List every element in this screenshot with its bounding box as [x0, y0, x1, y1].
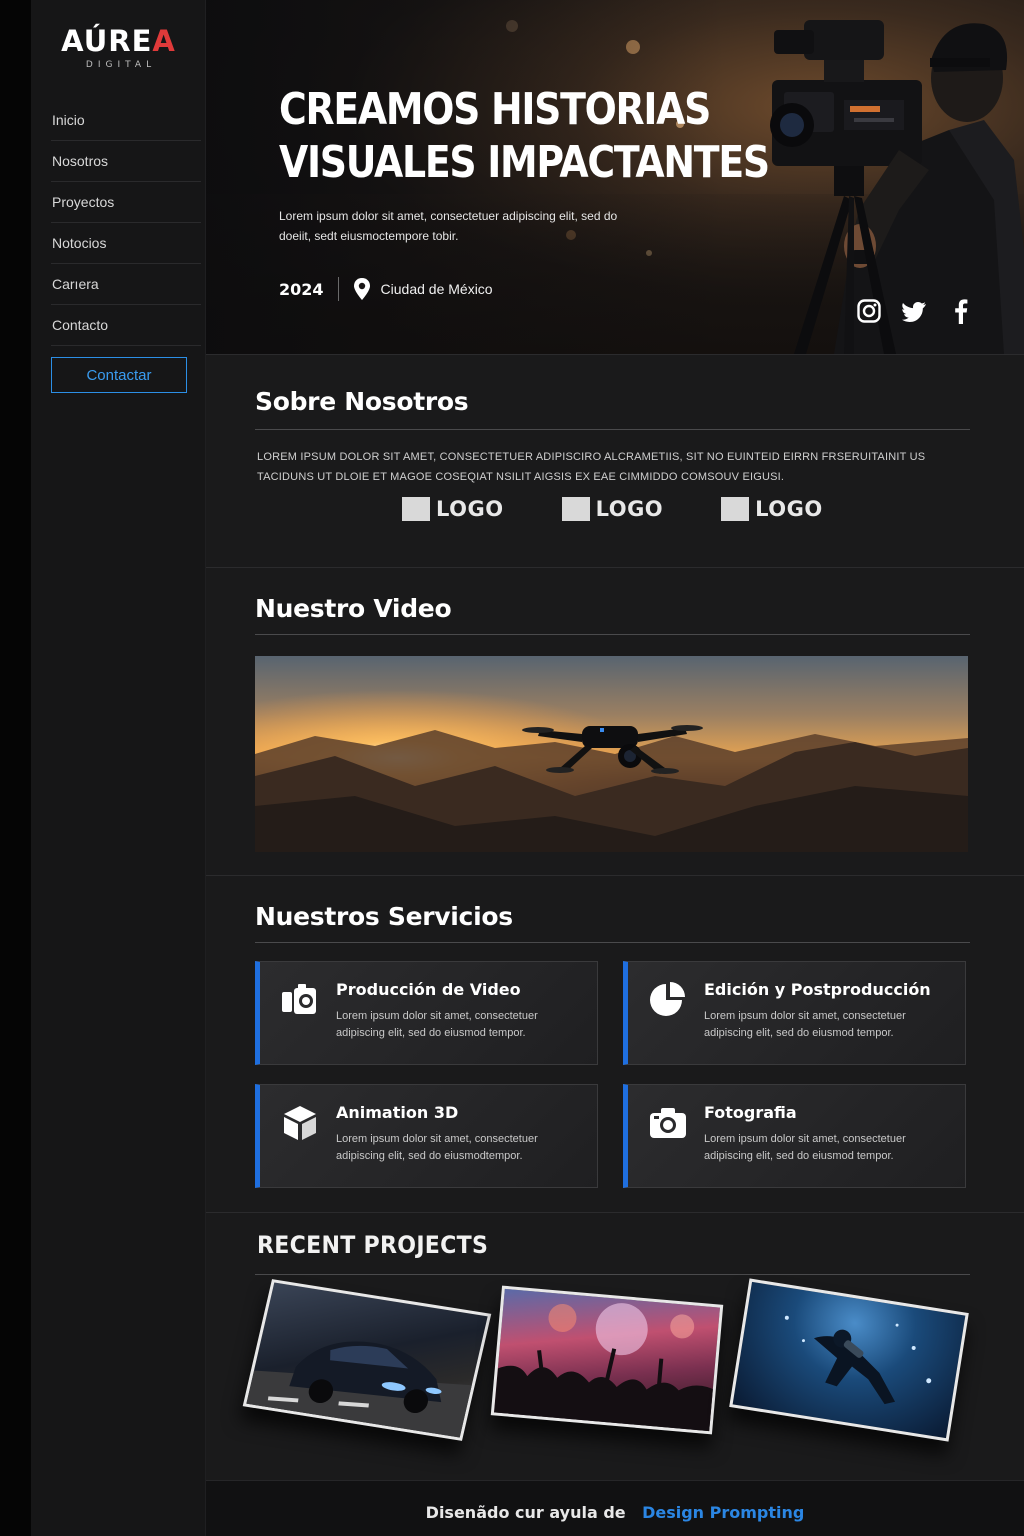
drone-sunset-thumbnail	[255, 656, 968, 852]
pie-chart-icon	[650, 982, 685, 1016]
design-prompting-link[interactable]: Design Prompting	[642, 1503, 804, 1522]
service-desc: Lorem ipsum dolor sit amet, consectetuer…	[704, 1133, 906, 1162]
project-card-car[interactable]	[242, 1279, 492, 1441]
video-section: Nuestro Video	[206, 567, 1024, 875]
brand-logo[interactable]: AÚREA DIGITAL	[31, 24, 206, 70]
hero-title-line2: VISUALES IMPACTANTES	[279, 137, 770, 188]
about-section: Sobre Nosotros LOREM IPSUM DOLOR SIT AME…	[206, 354, 1024, 567]
footer: Disenãdo cur ayula de Design Prompting	[206, 1480, 1024, 1536]
client-logo: LOGO	[721, 497, 823, 521]
service-desc: Lorem ipsum dolor sit amet, consectetuer…	[336, 1133, 538, 1162]
twitter-icon[interactable]	[902, 298, 928, 324]
service-desc: Lorem ipsum dolor sit amet, consectetuer…	[336, 1010, 538, 1039]
hero-banner: CREAMOS HISTORIAS VISUALES IMPACTANTES L…	[206, 0, 1024, 354]
service-card-fotografia[interactable]: Fotografia Lorem ipsum dolor sit amet, c…	[623, 1084, 966, 1188]
service-title: Animation 3D	[336, 1103, 459, 1122]
projects-title: RECENT PROJECTS	[257, 1231, 489, 1259]
project-card-concert[interactable]	[490, 1285, 724, 1435]
sidebar-nav: Inicio Nosotros Proyectos Notocios Carıe…	[51, 100, 201, 346]
hero-title-line1: CREAMOS HISTORIAS	[279, 84, 711, 135]
service-title: Edición y Postproducción	[704, 980, 931, 999]
service-card-video[interactable]: Producción de Video Lorem ipsum dolor si…	[255, 961, 598, 1065]
sidebar: AÚREA DIGITAL Inicio Nosotros Proyectos …	[31, 0, 206, 1536]
facebook-icon[interactable]	[948, 298, 974, 324]
hero-meta: 2024 Ciudad de México	[279, 276, 493, 302]
projects-section: RECENT PROJECTS	[206, 1212, 1024, 1480]
map-pin-icon	[353, 278, 370, 300]
sidebar-item-inicio[interactable]: Inicio	[51, 100, 201, 141]
service-card-edicion[interactable]: Edición y Postproducción Lorem ipsum dol…	[623, 961, 966, 1065]
sidebar-item-carrera[interactable]: Carıera	[51, 264, 201, 305]
social-links	[856, 298, 974, 324]
sidebar-item-nosotros[interactable]: Nosotros	[51, 141, 201, 182]
services-title: Nuestros Servicios	[255, 902, 513, 931]
project-card-diver[interactable]	[729, 1278, 969, 1442]
left-rail	[0, 0, 31, 1536]
about-text: LOREM IPSUM DOLOR SIT AMET, CONSECTETUER…	[257, 451, 926, 483]
client-logos: LOGO LOGO LOGO	[402, 497, 823, 521]
hero-year: 2024	[279, 279, 324, 299]
services-section: Nuestros Servicios Producción de Video L…	[206, 875, 1024, 1212]
brand-tagline: DIGITAL	[85, 60, 157, 70]
concert-thumbnail	[493, 1303, 719, 1435]
main-content: CREAMOS HISTORIAS VISUALES IMPACTANTES L…	[206, 0, 1024, 1536]
sidebar-item-proyectos[interactable]: Proyectos	[51, 182, 201, 223]
car-thumbnail	[244, 1341, 478, 1441]
brand-wordmark: AÚREA	[61, 24, 176, 58]
cube-icon	[284, 1106, 316, 1140]
client-logo: LOGO	[561, 497, 664, 521]
sidebar-item-noticias[interactable]: Notocios	[51, 223, 201, 264]
video-player[interactable]	[255, 656, 968, 852]
service-desc: Lorem ipsum dolor sit amet, consectetuer…	[704, 1010, 906, 1039]
instagram-icon[interactable]	[856, 298, 882, 324]
video-title: Nuestro Video	[255, 594, 452, 623]
hero-location: Ciudad de México	[380, 281, 493, 297]
video-camera-icon	[282, 984, 316, 1014]
service-title: Fotografia	[704, 1103, 797, 1122]
footer-credit: Disenãdo cur ayula de	[425, 1503, 626, 1522]
sidebar-item-contacto[interactable]: Contacto	[51, 305, 201, 346]
hero-description: Lorem ipsum dolor sit amet, consectetuer…	[279, 209, 618, 243]
contactar-button[interactable]: Contactar	[51, 357, 187, 393]
client-logo: LOGO	[402, 497, 504, 521]
photo-camera-icon	[650, 1108, 686, 1138]
diver-thumbnail	[784, 1315, 932, 1405]
about-title: Sobre Nosotros	[255, 387, 469, 416]
service-title: Producción de Video	[336, 980, 521, 999]
service-card-animation[interactable]: Animation 3D Lorem ipsum dolor sit amet,…	[255, 1084, 598, 1188]
